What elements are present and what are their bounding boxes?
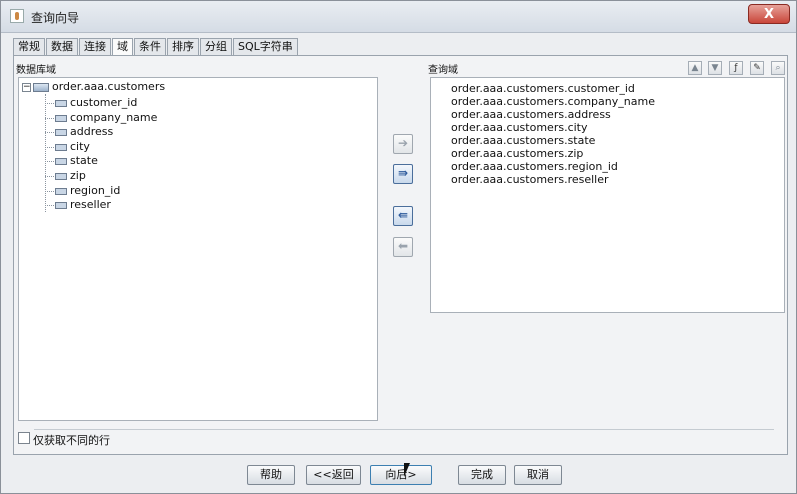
add-all-icon: ⇛: [397, 166, 409, 180]
database-fields-label: 数据库域: [16, 65, 56, 76]
remove-all-icon: ⇚: [397, 208, 409, 222]
field-icon: [55, 201, 67, 209]
add-one-button[interactable]: ➔: [393, 134, 413, 154]
tab-join[interactable]: 连接: [79, 38, 111, 55]
cancel-button[interactable]: 取消: [514, 465, 562, 485]
java-app-icon: [10, 9, 24, 23]
tab-sql-string[interactable]: SQL字符串: [233, 38, 298, 55]
function-icon[interactable]: ƒ: [729, 61, 743, 75]
window-title: 查询向导: [31, 11, 80, 25]
query-fields-label: 查询域: [428, 65, 458, 76]
field-icon: [55, 187, 67, 195]
list-item[interactable]: order.aaa.customers.city: [451, 121, 588, 134]
tree-field-item[interactable]: region_id: [45, 184, 120, 198]
move-down-icon[interactable]: ▼: [708, 61, 722, 75]
tree-field-item[interactable]: company_name: [45, 111, 157, 125]
button-bar: 帮助 <<返回 向后> 完成 取消: [1, 457, 796, 493]
remove-one-button[interactable]: ⬅: [393, 237, 413, 257]
help-button[interactable]: 帮助: [247, 465, 295, 485]
tree-field-item[interactable]: reseller: [45, 198, 111, 212]
finish-button[interactable]: 完成: [458, 465, 506, 485]
tab-conditions[interactable]: 条件: [134, 38, 166, 55]
tab-general[interactable]: 常规: [13, 38, 45, 55]
tree-field-item[interactable]: address: [45, 125, 113, 139]
tab-strip: 常规 数据 连接 域 条件 排序 分组 SQL字符串: [13, 38, 299, 56]
field-label: zip: [70, 169, 86, 182]
field-label: region_id: [70, 184, 121, 197]
field-label: company_name: [70, 111, 158, 124]
close-button[interactable]: X: [748, 4, 790, 24]
tab-fields[interactable]: 域: [112, 38, 133, 56]
remove-all-button[interactable]: ⇚: [393, 206, 413, 226]
field-icon: [55, 172, 67, 180]
field-icon: [55, 128, 67, 136]
list-item[interactable]: order.aaa.customers.customer_id: [451, 82, 635, 95]
distinct-rows-checkbox[interactable]: [18, 432, 30, 444]
tree-field-item[interactable]: city: [45, 140, 90, 154]
tab-group[interactable]: 分组: [200, 38, 232, 55]
collapse-icon[interactable]: −: [22, 82, 31, 92]
query-wizard-window: 查询向导 X 常规 数据 连接 域 条件 排序 分组 SQL字符串 数据库域 查…: [0, 0, 797, 494]
tree-node-table[interactable]: − order.aaa.customers: [22, 80, 165, 94]
list-item[interactable]: order.aaa.customers.reseller: [451, 173, 609, 186]
edit-icon[interactable]: ✎: [750, 61, 764, 75]
list-item[interactable]: order.aaa.customers.state: [451, 134, 595, 147]
field-label: address: [70, 125, 114, 138]
field-icon: [55, 99, 67, 107]
move-up-icon[interactable]: ▲: [688, 61, 702, 75]
search-icon[interactable]: ⌕: [771, 61, 785, 75]
field-icon: [55, 114, 67, 122]
divider: [34, 429, 774, 430]
list-item[interactable]: order.aaa.customers.company_name: [451, 95, 655, 108]
tree-field-item[interactable]: customer_id: [45, 96, 137, 110]
field-label: customer_id: [70, 96, 138, 109]
title-bar[interactable]: 查询向导 X: [1, 1, 796, 33]
add-one-icon: ➔: [397, 136, 409, 150]
tree-field-item[interactable]: zip: [45, 169, 86, 183]
table-icon: [33, 82, 49, 92]
add-all-button[interactable]: ⇛: [393, 164, 413, 184]
tab-data[interactable]: 数据: [46, 38, 78, 55]
remove-one-icon: ⬅: [397, 239, 409, 253]
next-button[interactable]: 向后>: [370, 465, 432, 485]
field-label: city: [70, 140, 90, 153]
distinct-rows-label: 仅获取不同的行: [33, 434, 110, 447]
table-name: order.aaa.customers: [52, 80, 166, 93]
back-button[interactable]: <<返回: [306, 465, 361, 485]
query-fields-list[interactable]: order.aaa.customers.customer_id order.aa…: [430, 77, 785, 313]
list-item[interactable]: order.aaa.customers.region_id: [451, 160, 618, 173]
mouse-pointer-icon: [404, 463, 410, 477]
database-fields-tree[interactable]: − order.aaa.customers customer_id company…: [18, 77, 378, 421]
fields-tab-content: 数据库域 查询域 ▲ ▼ ƒ ✎ ⌕ − order.aaa.customers …: [13, 55, 788, 455]
list-item[interactable]: order.aaa.customers.address: [451, 108, 611, 121]
field-icon: [55, 143, 67, 151]
tab-sort[interactable]: 排序: [167, 38, 199, 55]
field-label: reseller: [70, 198, 111, 211]
tree-field-item[interactable]: state: [45, 154, 98, 168]
field-icon: [55, 157, 67, 165]
field-label: state: [70, 154, 98, 167]
list-item[interactable]: order.aaa.customers.zip: [451, 147, 583, 160]
